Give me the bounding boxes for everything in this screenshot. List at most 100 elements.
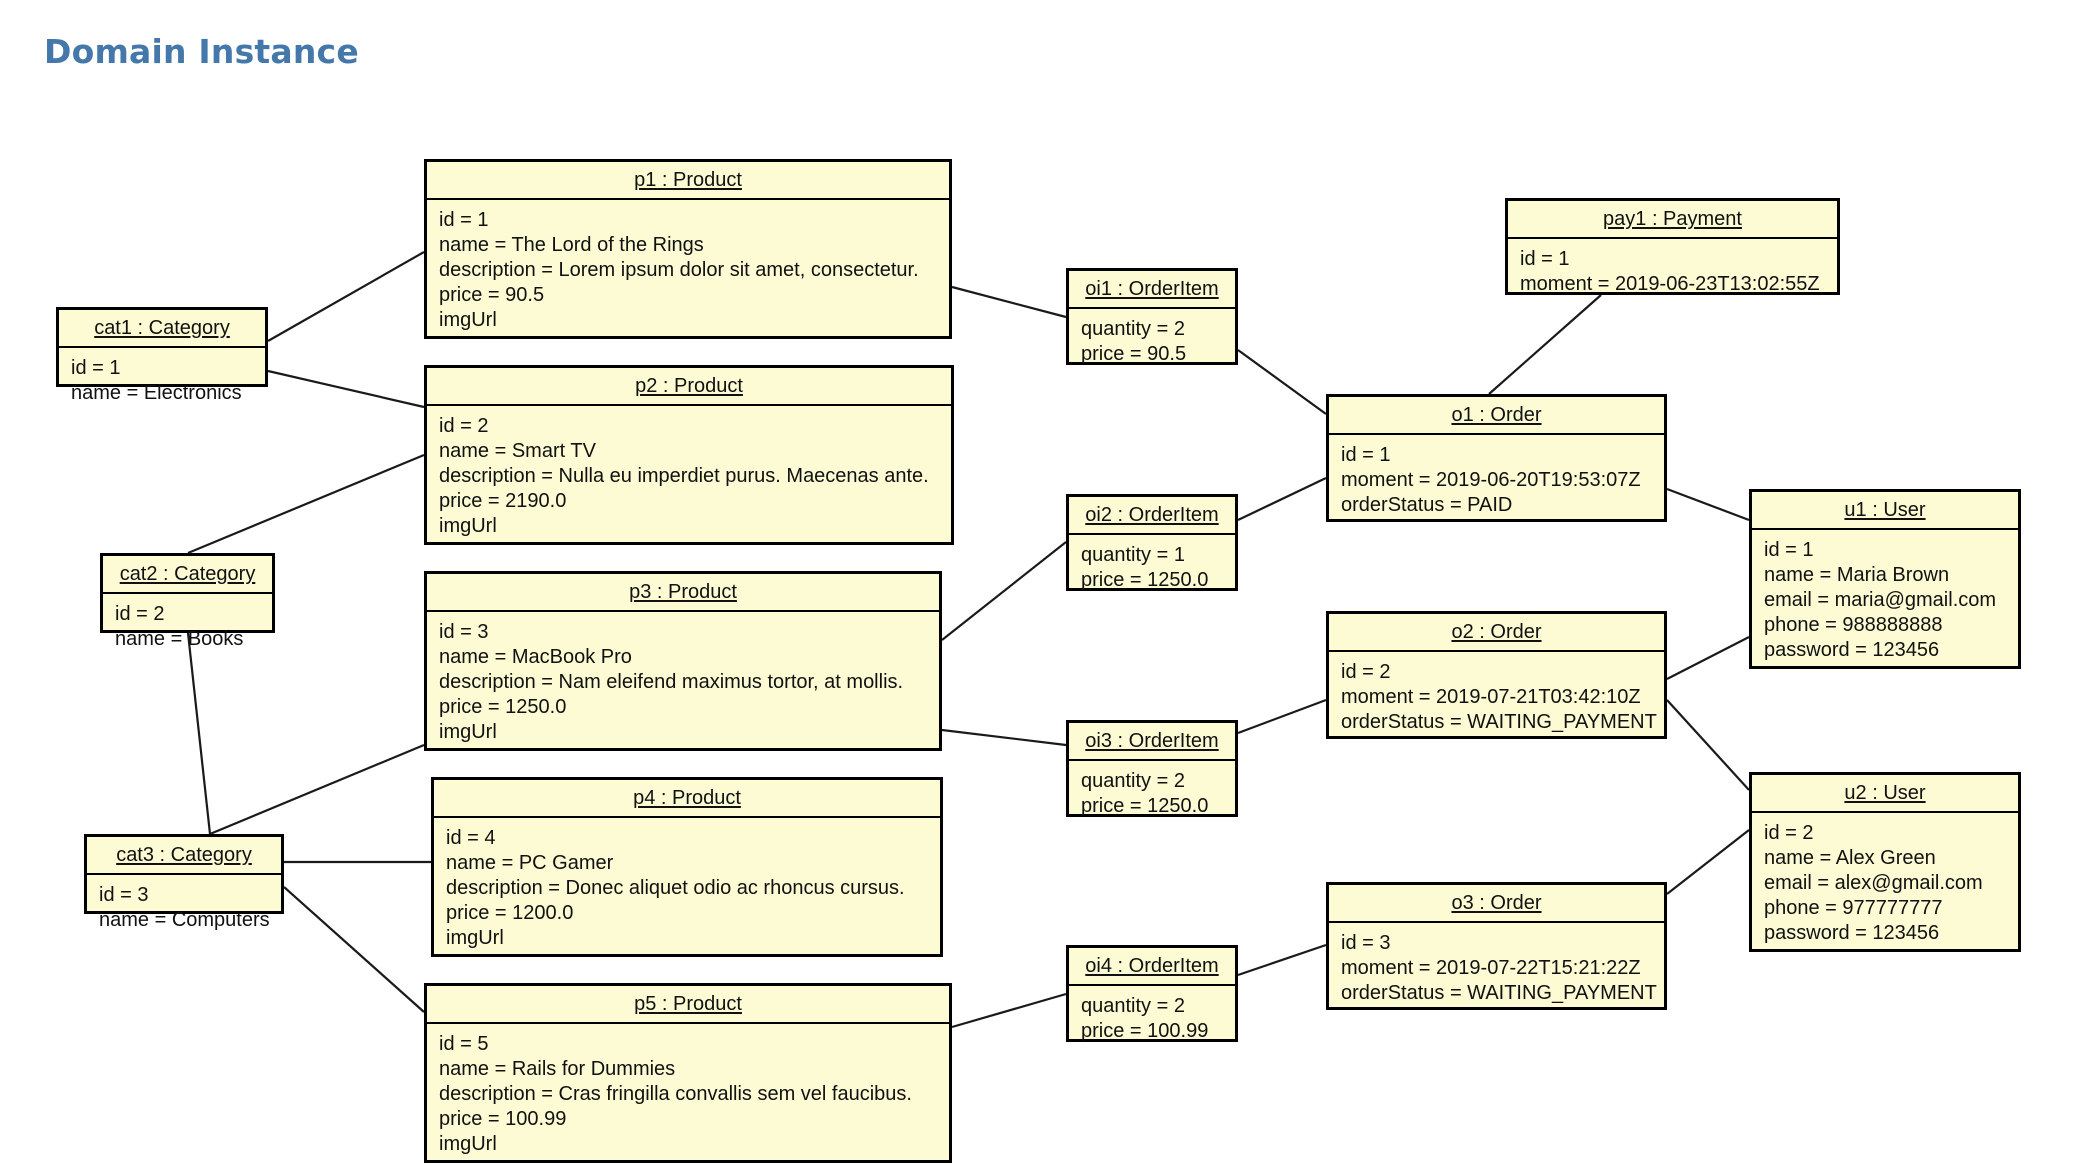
object-attribute: id = 3 (1341, 932, 1391, 954)
object-attribute: id = 1 (1764, 539, 1814, 561)
association-line-pay1-o1 (1488, 294, 1602, 395)
object-node-attributes: quantity = 2 price = 100.99 (1069, 986, 1235, 1053)
object-node-u2[interactable]: u2 : User id = 2 name = Alex Green email = … (1749, 772, 2021, 952)
object-node-title-text: p2 : Product (635, 375, 743, 397)
object-node-attributes: id = 2 name = Books (103, 594, 272, 661)
object-node-attributes: id = 1 name = Electronics (59, 348, 265, 415)
diagram-canvas: Domain Instance cat1 : Category id = 1 nam… (0, 0, 2074, 1166)
association-line-cat1-p1 (267, 251, 425, 342)
object-node-title-text: cat3 : Category (116, 844, 252, 866)
object-attribute: phone = 977777777 (1764, 897, 1943, 919)
object-node-oi1[interactable]: oi1 : OrderItem quantity = 2 price = 90.5 (1066, 268, 1238, 365)
object-attribute: imgUrl (439, 515, 497, 537)
object-attribute: quantity = 2 (1081, 995, 1185, 1017)
association-line-cat2-p2 (187, 453, 425, 555)
object-node-title-text: oi4 : OrderItem (1085, 955, 1219, 977)
object-attribute: id = 5 (439, 1033, 489, 1055)
object-node-p3[interactable]: p3 : Product id = 3 name = MacBook Pro desc… (424, 571, 942, 751)
object-node-p2[interactable]: p2 : Product id = 2 name = Smart TV descrip… (424, 365, 954, 545)
object-node-p5[interactable]: p5 : Product id = 5 name = Rails for Dummi… (424, 983, 952, 1163)
object-attribute: password = 123456 (1764, 639, 1940, 661)
object-attribute: price = 90.5 (439, 284, 545, 306)
object-node-cat2[interactable]: cat2 : Category id = 2 name = Books (100, 553, 275, 650)
object-attribute: name = Smart TV (439, 440, 596, 462)
object-node-title-text: p4 : Product (633, 787, 741, 809)
object-node-attributes: id = 4 name = PC Gamer description = Donec… (434, 818, 940, 960)
object-node-cat3[interactable]: cat3 : Category id = 3 name = Computers (84, 834, 284, 931)
object-node-attributes: quantity = 2 price = 1250.0 (1069, 761, 1235, 828)
object-node-title-text: pay1 : Payment (1603, 208, 1742, 230)
object-node-title-text: oi2 : OrderItem (1085, 504, 1219, 526)
object-attribute: id = 1 (439, 209, 489, 231)
object-attribute: name = Maria Brown (1764, 564, 1950, 586)
object-attribute: email = alex@gmail.com (1764, 872, 1983, 894)
object-attribute: description = Nulla eu imperdiet purus. … (439, 465, 929, 487)
object-node-oi4[interactable]: oi4 : OrderItem quantity = 2 price = 100.9… (1066, 945, 1238, 1042)
object-node-o2[interactable]: o2 : Order id = 2 moment = 2019-07-21T03:4… (1326, 611, 1667, 739)
object-attribute: moment = 2019-07-22T15:21:22Z (1341, 957, 1641, 979)
object-node-title: p3 : Product (427, 574, 939, 612)
object-node-title-text: o2 : Order (1451, 621, 1542, 643)
object-node-attributes: id = 3 name = Computers (87, 875, 281, 942)
object-node-title: pay1 : Payment (1508, 201, 1837, 239)
object-node-title: p1 : Product (427, 162, 949, 200)
object-attribute: price = 1250.0 (439, 696, 567, 718)
object-attribute: quantity = 2 (1081, 770, 1185, 792)
object-node-oi2[interactable]: oi2 : OrderItem quantity = 1 price = 1250.… (1066, 494, 1238, 591)
object-node-title-text: u2 : User (1844, 782, 1926, 804)
object-node-title: cat3 : Category (87, 837, 281, 875)
association-line-o2-u2 (1666, 699, 1750, 791)
object-attribute: password = 123456 (1764, 922, 1940, 944)
object-attribute: price = 100.99 (1081, 1020, 1209, 1042)
object-node-u1[interactable]: u1 : User id = 1 name = Maria Brown email =… (1749, 489, 2021, 669)
object-attribute: description = Nam eleifend maximus torto… (439, 671, 904, 693)
object-node-attributes: id = 3 moment = 2019-07-22T15:21:22Z order… (1329, 923, 1664, 1015)
object-attribute: id = 2 (439, 415, 489, 437)
association-line-o1-u1 (1666, 487, 1750, 522)
object-attribute: price = 2190.0 (439, 490, 567, 512)
object-node-attributes: id = 2 moment = 2019-07-21T03:42:10Z order… (1329, 652, 1664, 744)
object-attribute: description = Lorem ipsum dolor sit amet… (439, 259, 919, 281)
object-attribute: id = 2 (1764, 822, 1814, 844)
object-attribute: imgUrl (446, 927, 504, 949)
object-node-attributes: id = 3 name = MacBook Pro description = Na… (427, 612, 939, 754)
object-node-title: p2 : Product (427, 368, 951, 406)
object-node-o1[interactable]: o1 : Order id = 1 moment = 2019-06-20T19:5… (1326, 394, 1667, 522)
object-node-attributes: id = 2 name = Smart TV description = Nulla… (427, 406, 951, 548)
object-node-title-text: o3 : Order (1451, 892, 1542, 914)
association-line-p3-oi2 (941, 541, 1067, 641)
object-attribute: description = Cras fringilla convallis s… (439, 1083, 912, 1105)
object-node-attributes: quantity = 1 price = 1250.0 (1069, 535, 1235, 602)
object-node-title: p5 : Product (427, 986, 949, 1024)
object-node-o3[interactable]: o3 : Order id = 3 moment = 2019-07-22T15:2… (1326, 882, 1667, 1010)
object-attribute: orderStatus = WAITING_PAYMENT (1341, 982, 1657, 1004)
object-attribute: price = 1250.0 (1081, 795, 1209, 817)
object-attribute: description = Donec aliquet odio ac rhon… (446, 877, 905, 899)
object-attribute: email = maria@gmail.com (1764, 589, 1997, 611)
association-line-cat3-p5 (283, 886, 425, 1013)
object-node-pay1[interactable]: pay1 : Payment id = 1 moment = 2019-06-23T… (1505, 198, 1840, 295)
object-node-title: oi1 : OrderItem (1069, 271, 1235, 309)
object-attribute: id = 1 (1520, 248, 1570, 270)
object-node-p4[interactable]: p4 : Product id = 4 name = PC Gamer descrip… (431, 777, 943, 957)
object-node-title: cat1 : Category (59, 310, 265, 348)
object-attribute: imgUrl (439, 721, 497, 743)
association-line-o2-u1 (1666, 636, 1750, 680)
object-node-attributes: id = 2 name = Alex Green email = alex@gmai… (1752, 813, 2018, 955)
object-node-cat1[interactable]: cat1 : Category id = 1 name = Electronics (56, 307, 268, 404)
object-node-oi3[interactable]: oi3 : OrderItem quantity = 2 price = 1250.… (1066, 720, 1238, 817)
object-attribute: name = Books (115, 628, 244, 650)
association-line-cat1-p2 (267, 369, 425, 409)
object-node-p1[interactable]: p1 : Product id = 1 name = The Lord of the… (424, 159, 952, 339)
object-attribute: quantity = 2 (1081, 318, 1185, 340)
object-attribute: orderStatus = WAITING_PAYMENT (1341, 711, 1657, 733)
object-attribute: name = PC Gamer (446, 852, 614, 874)
object-node-attributes: quantity = 2 price = 90.5 (1069, 309, 1235, 376)
object-attribute: imgUrl (439, 309, 497, 331)
association-line-oi2-o1 (1237, 477, 1327, 521)
object-node-title: oi4 : OrderItem (1069, 948, 1235, 986)
object-attribute: orderStatus = PAID (1341, 494, 1513, 516)
object-attribute: id = 1 (71, 357, 121, 379)
object-attribute: moment = 2019-06-20T19:53:07Z (1341, 469, 1641, 491)
association-line-oi1-o1 (1237, 349, 1327, 415)
